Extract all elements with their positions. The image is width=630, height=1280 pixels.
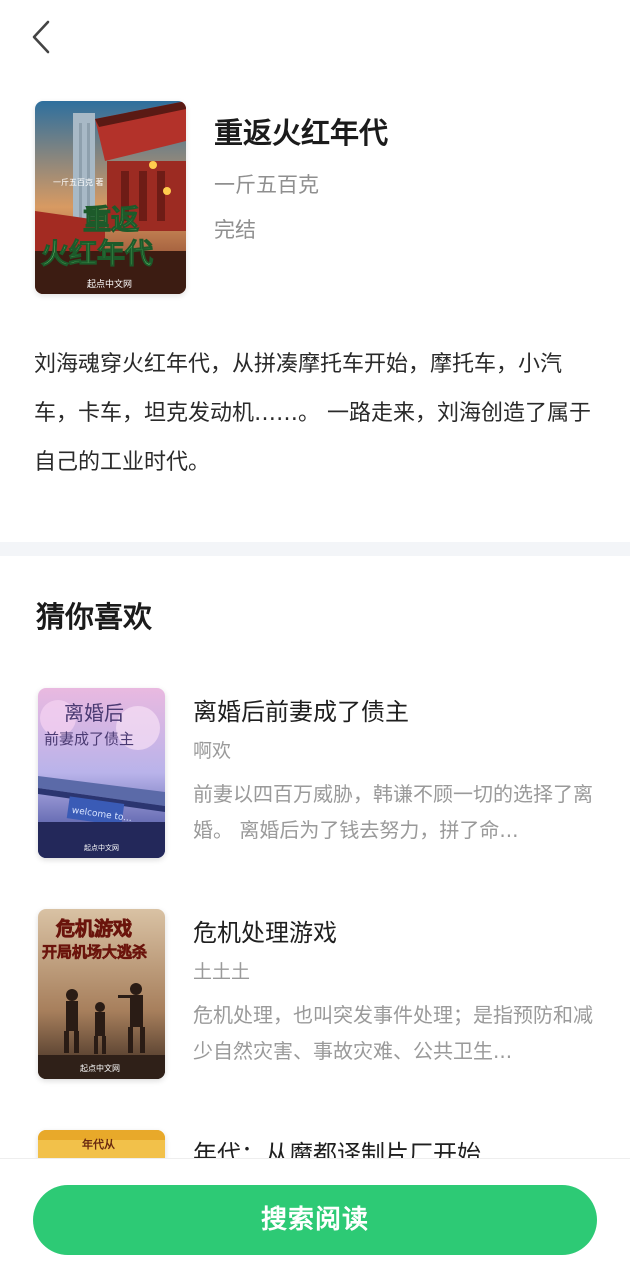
svg-text:重返: 重返 (83, 203, 139, 236)
search-read-button[interactable]: 搜索阅读 (33, 1185, 597, 1255)
recommend-item[interactable]: 危机游戏 开局机场大逃杀 起点中文网 危机处理游戏 土土土 危机处理，也叫突发事… (0, 909, 630, 1099)
book-detail-page: 一斤五百克 著 重返 火红年代 起点中文网 重返火红年代 一斤五百克 完结 刘海… (0, 0, 630, 1280)
recommend-section-title: 猜你喜欢 (36, 600, 153, 634)
section-divider (0, 542, 630, 556)
svg-text:危机游戏: 危机游戏 (56, 917, 132, 940)
back-button[interactable] (24, 14, 64, 60)
recommend-title: 危机处理游戏 (193, 919, 337, 947)
bottom-action-bar: 搜索阅读 (0, 1158, 630, 1280)
recommend-cover: 危机游戏 开局机场大逃杀 起点中文网 (38, 909, 165, 1079)
book-title: 重返火红年代 (214, 116, 389, 150)
book-cover: 一斤五百克 著 重返 火红年代 起点中文网 (35, 101, 186, 294)
book-synopsis: 刘海魂穿火红年代，从拼凑摩托车开始，摩托车，小汽车，卡车，坦克发动机……。 一路… (34, 352, 591, 475)
svg-text:起点中文网: 起点中文网 (87, 278, 132, 290)
svg-text:年代从: 年代从 (82, 1137, 115, 1151)
recommend-author: 土土土 (193, 961, 251, 983)
svg-text:一斤五百克 著: 一斤五百克 著 (53, 177, 104, 187)
recommend-description: 危机处理，也叫突发事件处理；是指预防和减少自然灾害、事故灾难、公共卫生... (193, 1003, 593, 1063)
recommend-author: 啊欢 (193, 740, 232, 762)
svg-text:离婚后: 离婚后 (64, 701, 124, 725)
book-status: 完结 (214, 218, 256, 242)
svg-text:前妻成了债主: 前妻成了债主 (44, 730, 134, 748)
recommend-cover: welcome to... 离婚后 前妻成了债主 起点中文网 (38, 688, 165, 858)
recommend-title: 离婚后前妻成了债主 (193, 698, 409, 726)
svg-text:火红年代: 火红年代 (41, 237, 153, 270)
svg-text:开局机场大逃杀: 开局机场大逃杀 (42, 943, 147, 961)
book-author[interactable]: 一斤五百克 (214, 169, 319, 199)
chevron-left-icon (32, 20, 50, 54)
svg-text:起点中文网: 起点中文网 (80, 1063, 120, 1073)
recommend-item[interactable]: welcome to... 离婚后 前妻成了债主 起点中文网 离婚后前妻成了债主… (0, 688, 630, 878)
recommend-description: 前妻以四百万威胁，韩谦不顾一切的选择了离婚。 离婚后为了钱去努力，拼了命... (193, 782, 593, 842)
svg-text:起点中文网: 起点中文网 (84, 843, 119, 852)
